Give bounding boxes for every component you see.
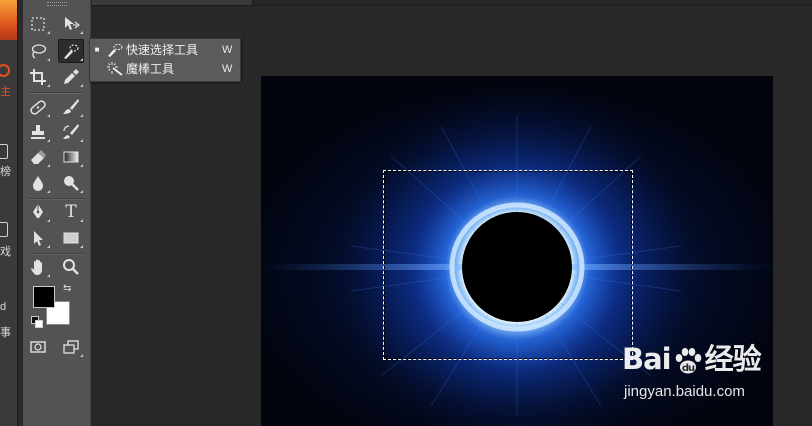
tab-bar-edge [92,5,812,6]
path-selection-tool[interactable] [26,227,50,249]
paw-icon: du [675,348,701,374]
strip-label-2[interactable]: 榜 [0,166,17,179]
page-icon [0,222,8,237]
thumbnail-image[interactable] [0,0,17,40]
watermark-url: jingyan.baidu.com [624,383,745,400]
strip-label-4[interactable]: d [0,301,17,314]
swap-colors-icon[interactable]: ⇆ [63,283,75,295]
gradient-tool[interactable] [59,146,83,168]
rectangle-shape-icon [63,232,79,244]
quick-selection-icon [108,43,123,57]
eraser-tool[interactable] [26,146,50,168]
type-tool[interactable]: T [59,201,83,223]
rectangle-tool[interactable] [59,227,83,249]
strip-label-5[interactable]: 事 [0,327,17,340]
foreground-color-swatch[interactable] [33,286,55,308]
screen-mode-icon [63,340,79,354]
crop-icon [30,69,46,85]
brush-icon [63,99,79,114]
move-tool[interactable] [59,13,83,35]
type-icon: T [65,202,77,222]
strip-label-1[interactable]: 主 [0,86,17,99]
path-select-icon [34,231,43,246]
shortcut-key: W [222,62,233,75]
page-icon [0,144,8,159]
shortcut-key: W [222,43,233,56]
selected-bullet-icon: ■ [94,45,100,54]
watermark-logo-left: Bai [622,342,672,376]
flyout-item-label: 魔棒工具 [126,62,175,76]
flyout-item-quick-selection[interactable]: ■ 快速选择工具 W [90,40,240,59]
dodge-tool[interactable] [59,172,83,194]
flyout-item-magic-wand[interactable]: 魔棒工具 W [90,59,240,78]
blur-tool[interactable] [26,172,50,194]
blur-drop-icon [33,176,43,191]
clone-stamp-tool[interactable] [26,121,50,143]
flyout-item-label: 快速选择工具 [126,43,199,57]
screen-mode-button[interactable] [59,336,83,358]
baidu-jingyan-watermark: Bai du 经验 jingyan.baidu.com [622,336,802,408]
tools-panel: T ⇆ [23,0,91,426]
bandage-icon [30,100,46,115]
rectangular-marquee-tool[interactable] [26,13,50,35]
separator [29,198,84,200]
quick-selection-tool[interactable] [58,39,84,63]
refresh-icon[interactable] [0,64,10,77]
gradient-icon [63,151,79,163]
left-app-strip: 主 榜 戏 d 事 [0,0,18,426]
magic-wand-icon [107,61,123,76]
eyedropper-icon [64,69,79,84]
panel-grip[interactable] [47,2,67,6]
eyedropper-tool[interactable] [59,66,83,88]
hand-tool[interactable] [26,256,50,278]
lasso-icon [31,44,47,59]
strip-label-3[interactable]: 戏 [0,246,17,259]
stamp-icon [31,125,45,139]
eraser-icon [31,150,46,164]
crop-tool[interactable] [26,66,50,88]
pen-icon [33,204,43,218]
pen-tool[interactable] [26,201,50,223]
watermark-logo: Bai du 经验 [622,336,762,378]
selection-marquee[interactable] [383,170,633,360]
zoom-tool[interactable] [59,256,83,278]
brush-tool[interactable] [59,96,83,118]
zoom-icon [63,259,79,275]
quick-mask-button[interactable] [26,336,50,358]
svg-text:du: du [681,363,694,374]
separator [29,253,84,255]
hand-icon [31,259,42,275]
move-icon [65,17,80,30]
lasso-tool[interactable] [26,40,50,62]
rect-marquee-icon [31,17,45,31]
quick-selection-icon [64,44,79,59]
watermark-logo-right: 经验 [704,342,762,376]
dodge-icon [64,176,79,191]
tool-flyout-menu: ■ 快速选择工具 W 魔棒工具 W [89,38,241,82]
separator [29,92,84,94]
spot-healing-brush-tool[interactable] [26,96,50,118]
history-brush-tool[interactable] [59,121,83,143]
default-colors-icon[interactable] [31,316,43,328]
history-brush-icon [63,124,79,139]
quick-mask-icon [30,341,46,353]
